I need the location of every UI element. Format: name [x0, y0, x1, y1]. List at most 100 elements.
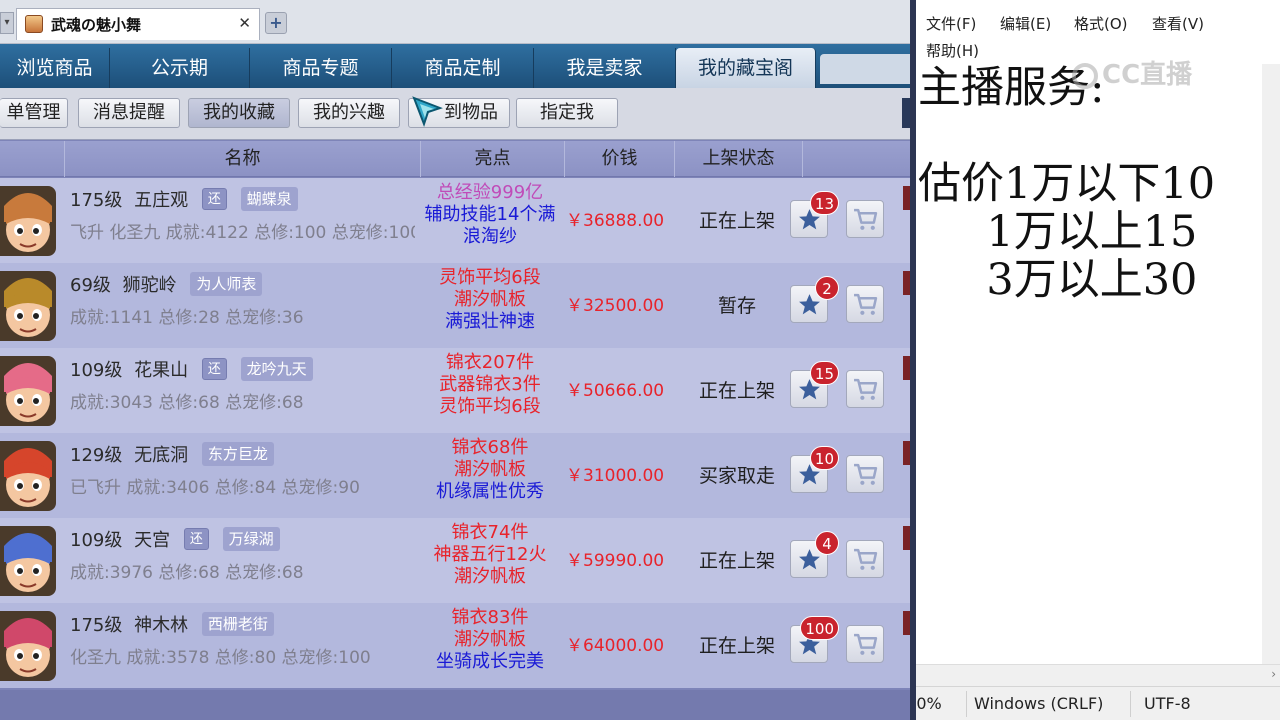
character-title[interactable]: 69级 狮驼岭 为人师表	[70, 271, 263, 297]
character-school: 狮驼岭	[122, 275, 177, 296]
character-avatar[interactable]	[0, 611, 56, 681]
highlights-cell: 锦衣68件 潮汐帆板 机缘属性优秀	[420, 437, 560, 509]
character-title[interactable]: 175级 神木林 西栅老街	[70, 611, 274, 637]
menu-file[interactable]: 文件(F)	[926, 13, 976, 34]
nav-tab-seller[interactable]: 我是卖家	[534, 48, 676, 88]
nav-tab-my-treasure[interactable]: 我的藏宝阁	[676, 48, 816, 88]
notepad-window: 文件(F) 编辑(E) 格式(O) 查看(V) 帮助(H) 主播服务: 估价1万以…	[916, 0, 1280, 720]
highlight-line: 潮汐帆板	[454, 459, 526, 480]
character-school: 无底洞	[134, 445, 189, 466]
cart-icon	[854, 293, 878, 315]
table-row[interactable]: 109级 天宫 还 万绿湖 成就:3976 总修:68 总宠修:68 锦衣74件…	[0, 518, 910, 603]
subnav-message[interactable]: 消息提醒	[78, 98, 180, 128]
text-line: 3万以上30	[918, 255, 1198, 305]
sub-navigation: 单管理 消息提醒 我的收藏 我的兴趣 到物品 指定我	[0, 88, 910, 140]
highlight-line: 机缘属性优秀	[436, 481, 544, 502]
row-edge-marker	[903, 526, 910, 550]
buy-cart-button[interactable]	[846, 370, 884, 408]
highlight-line: 坐骑成长完美	[436, 651, 544, 672]
subnav-designated[interactable]: 指定我	[516, 98, 618, 128]
highlight-line: 锦衣83件	[451, 607, 529, 628]
status-separator	[1130, 691, 1131, 717]
horizontal-scrollbar[interactable]: ›	[916, 664, 1280, 686]
menu-edit[interactable]: 编辑(E)	[1000, 13, 1051, 34]
character-avatar[interactable]	[0, 271, 56, 341]
row-edge-marker	[903, 441, 910, 465]
cart-icon	[854, 208, 878, 230]
close-tab-icon[interactable]: ✕	[238, 14, 251, 32]
character-avatar[interactable]	[0, 441, 56, 511]
row-edge-marker	[903, 186, 910, 210]
character-title[interactable]: 109级 花果山 还 龙吟九天	[70, 356, 313, 382]
return-badge: 还	[201, 188, 227, 210]
browser-tab[interactable]: 武魂の魅小舞 ✕	[16, 8, 260, 40]
highlight-line: 灵饰平均6段	[439, 396, 541, 417]
highlight-line: 潮汐帆板	[454, 566, 526, 587]
character-avatar[interactable]	[0, 526, 56, 596]
server-badge: 东方巨龙	[201, 442, 274, 466]
character-level: 129级	[70, 445, 123, 466]
nav-tab-custom[interactable]: 商品定制	[392, 48, 534, 88]
character-portrait-icon	[0, 611, 56, 681]
header-highlights: 亮点	[420, 141, 564, 177]
table-row[interactable]: 175级 五庄观 还 蝴蝶泉 飞升 化圣九 成就:4122 总修:100 总宠修…	[0, 178, 910, 263]
watermark-logo-icon	[1072, 62, 1098, 89]
notepad-text[interactable]: 主播服务: 估价1万以下10 1万以上15 3万以上30	[918, 64, 1278, 304]
favorite-button[interactable]: 10	[790, 446, 839, 493]
buy-cart-button[interactable]	[846, 455, 884, 493]
highlights-cell: 锦衣207件 武器锦衣3件 灵饰平均6段	[420, 352, 560, 424]
new-tab-plus-icon[interactable]: +	[265, 12, 287, 34]
character-level: 109级	[70, 360, 123, 381]
character-stats: 已飞升 成就:3406 总修:84 总宠修:90	[70, 478, 360, 498]
nav-tab-topics[interactable]: 商品专题	[250, 48, 392, 88]
subnav-order-manage[interactable]: 单管理	[0, 98, 68, 128]
character-title[interactable]: 175级 五庄观 还 蝴蝶泉	[70, 186, 298, 212]
character-stats: 飞升 化圣九 成就:4122 总修:100 总宠修:100	[70, 223, 415, 243]
highlights-cell: 总经验999亿 辅助技能14个满 浪淘纱	[420, 182, 560, 254]
status-cell: 正在上架	[698, 550, 775, 572]
buy-cart-button[interactable]	[846, 200, 884, 238]
table-row[interactable]: 69级 狮驼岭 为人师表 成就:1141 总修:28 总宠修:36 灵饰平均6段…	[0, 263, 910, 348]
character-avatar[interactable]	[0, 356, 56, 426]
favorite-button[interactable]: 4	[790, 531, 839, 578]
nav-tab-announcement[interactable]: 公示期	[110, 48, 250, 88]
table-row[interactable]: 109级 花果山 还 龙吟九天 成就:3043 总修:68 总宠修:68 锦衣2…	[0, 348, 910, 433]
table-row[interactable]: 129级 无底洞 东方巨龙 已飞升 成就:3406 总修:84 总宠修:90 锦…	[0, 433, 910, 518]
favorite-count-badge: 2	[815, 276, 839, 300]
character-school: 五庄观	[134, 190, 189, 211]
highlights-cell: 锦衣74件 神器五行12火 潮汐帆板	[420, 522, 560, 594]
character-school: 天宫	[134, 530, 171, 551]
status-cell: 正在上架	[698, 635, 775, 657]
server-badge: 为人师表	[190, 272, 263, 296]
status-encoding: UTF-8	[1144, 694, 1191, 713]
highlight-line: 灵饰平均6段	[439, 267, 541, 288]
table-row[interactable]: 175级 神木林 西栅老街 化圣九 成就:3578 总修:80 总宠修:100 …	[0, 603, 910, 688]
favorite-button[interactable]: 100	[790, 616, 839, 663]
scroll-right-arrow-icon[interactable]: ›	[1271, 667, 1276, 681]
nav-tab-browse[interactable]: 浏览商品	[0, 48, 110, 88]
highlight-line: 潮汐帆板	[454, 629, 526, 650]
text-line	[918, 112, 1278, 160]
buy-cart-button[interactable]	[846, 625, 884, 663]
subnav-interests[interactable]: 我的兴趣	[298, 98, 400, 128]
highlight-line: 锦衣74件	[451, 522, 529, 543]
character-level: 175级	[70, 190, 123, 211]
vertical-scrollbar[interactable]	[1262, 64, 1280, 664]
buy-cart-button[interactable]	[846, 540, 884, 578]
screen: ▾ 武魂の魅小舞 ✕ + 浏览商品 公示期 商品专题 商品定制 我是卖家 我的藏…	[0, 0, 1280, 720]
menu-view[interactable]: 查看(V)	[1152, 13, 1204, 34]
buy-cart-button[interactable]	[846, 285, 884, 323]
character-title[interactable]: 109级 天宫 还 万绿湖	[70, 526, 280, 552]
favorite-button[interactable]: 13	[790, 191, 839, 238]
character-title[interactable]: 129级 无底洞 东方巨龙	[70, 441, 274, 467]
menu-format[interactable]: 格式(O)	[1074, 13, 1128, 34]
menu-help[interactable]: 帮助(H)	[926, 40, 979, 61]
notepad-statusbar: 100% Windows (CRLF) UTF-8	[916, 686, 1280, 720]
subnav-favorites[interactable]: 我的收藏	[188, 98, 290, 128]
favorite-button[interactable]: 15	[790, 361, 839, 408]
favorite-button[interactable]: 2	[790, 276, 839, 323]
character-portrait-icon	[0, 356, 56, 426]
character-stats: 成就:3976 总修:68 总宠修:68	[70, 563, 304, 583]
character-avatar[interactable]	[0, 186, 56, 256]
tab-list-dropdown-icon[interactable]: ▾	[0, 12, 14, 34]
